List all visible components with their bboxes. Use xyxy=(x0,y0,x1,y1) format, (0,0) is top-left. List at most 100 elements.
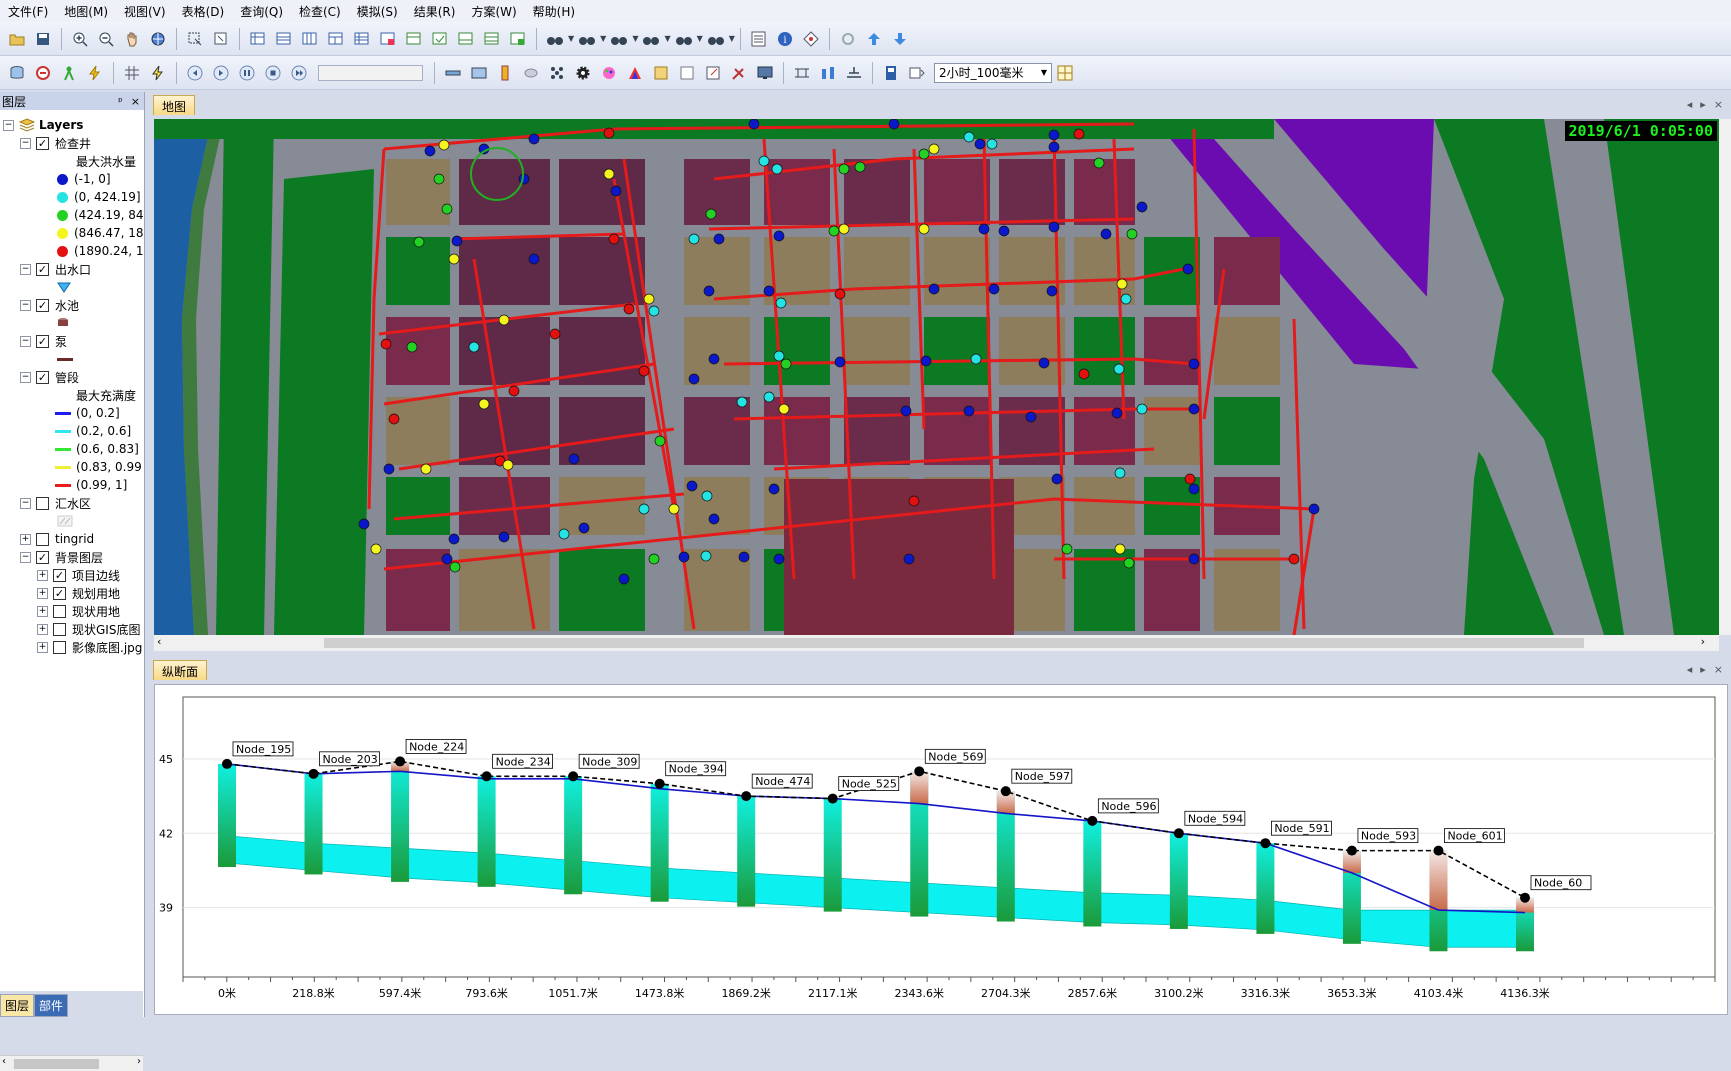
manhole-node[interactable] xyxy=(578,522,590,534)
manhole-node[interactable] xyxy=(498,531,510,543)
close-icon[interactable]: × xyxy=(1714,663,1723,676)
chevron-down-icon[interactable]: ▼ xyxy=(568,34,574,43)
manhole-node[interactable] xyxy=(1025,411,1037,423)
manhole-node[interactable] xyxy=(1114,543,1126,555)
manhole-well[interactable] xyxy=(564,776,583,895)
manhole-node[interactable] xyxy=(448,533,460,545)
chevron-down-icon[interactable]: ▼ xyxy=(729,34,735,43)
layer-panel-scrollbar[interactable]: ‹ › xyxy=(0,1055,143,1071)
manhole-node[interactable] xyxy=(763,391,775,403)
manhole-node[interactable] xyxy=(678,551,690,563)
arrow-up-icon[interactable] xyxy=(863,28,885,50)
table-tool-1-icon[interactable] xyxy=(247,28,269,50)
menu-help[interactable]: 帮助(H) xyxy=(525,3,583,20)
tab-components[interactable]: 部件 xyxy=(34,994,69,1017)
network-check-icon[interactable] xyxy=(32,62,54,84)
node-marker[interactable] xyxy=(1520,892,1530,903)
manhole-node[interactable] xyxy=(406,341,418,353)
tree-row-pump[interactable]: − ✓ 泵 xyxy=(20,332,67,350)
table-tool-3-icon[interactable] xyxy=(299,28,321,50)
manhole-node[interactable] xyxy=(838,163,850,175)
book-icon[interactable] xyxy=(880,62,902,84)
manhole-node[interactable] xyxy=(1136,403,1148,415)
manhole-node[interactable] xyxy=(1048,129,1060,141)
manhole-node[interactable] xyxy=(370,543,382,555)
next-icon[interactable]: ▸ xyxy=(1700,98,1706,111)
ellipse-tool-icon[interactable] xyxy=(520,62,542,84)
menu-query[interactable]: 查询(Q) xyxy=(232,3,291,20)
manhole-node[interactable] xyxy=(478,398,490,410)
pin-icon[interactable]: ᵖ xyxy=(118,95,123,108)
tree-row-bg-3[interactable]: + 现状GIS底图 xyxy=(37,620,140,638)
manhole-node[interactable] xyxy=(618,573,630,585)
manhole-well[interactable] xyxy=(218,763,236,868)
identify-icon[interactable] xyxy=(800,28,822,50)
manhole-node[interactable] xyxy=(780,358,792,370)
fast-forward-icon[interactable] xyxy=(288,62,310,84)
scenario-select[interactable]: 2小时_100毫米 ▼ xyxy=(934,62,1052,83)
tree-row-bg-0[interactable]: + ✓ 项目边线 xyxy=(37,566,120,584)
layer-checkbox-bg-1[interactable]: ✓ xyxy=(53,586,66,600)
layer-checkbox-pool[interactable]: ✓ xyxy=(36,298,49,312)
manhole-node[interactable] xyxy=(528,133,540,145)
manhole-node[interactable] xyxy=(686,480,698,492)
manhole-node[interactable] xyxy=(775,297,787,309)
manhole-node[interactable] xyxy=(1046,285,1058,297)
manhole-node[interactable] xyxy=(1111,407,1123,419)
lightning-icon[interactable] xyxy=(84,62,106,84)
manhole-node[interactable] xyxy=(1188,358,1200,370)
tree-row-pool[interactable]: − ✓ 水池 xyxy=(20,296,79,314)
manhole-node[interactable] xyxy=(1188,553,1200,565)
manhole-node[interactable] xyxy=(1120,293,1132,305)
manhole-node[interactable] xyxy=(854,161,866,173)
manhole-node[interactable] xyxy=(688,373,700,385)
tree-row-outlet[interactable]: − ✓ 出水口 xyxy=(20,260,91,278)
manhole-node[interactable] xyxy=(1308,503,1320,515)
manhole-node[interactable] xyxy=(610,185,622,197)
manhole-node[interactable] xyxy=(438,139,450,151)
manhole-node[interactable] xyxy=(988,283,1000,295)
profile-chart[interactable]: 39 42 45 Node_195 0米 Node_203 218.8米 Node_224 59… xyxy=(154,684,1728,1015)
manhole-node[interactable] xyxy=(703,285,715,297)
rain-icon[interactable] xyxy=(906,62,928,84)
tree-row-catchment[interactable]: − 汇水区 xyxy=(20,494,91,512)
table-tool-7-icon[interactable] xyxy=(403,28,425,50)
layer-checkbox-pump[interactable]: ✓ xyxy=(36,334,49,348)
manhole-node[interactable] xyxy=(713,233,725,245)
layer-checkbox-tingrid[interactable] xyxy=(36,532,49,546)
manhole-node[interactable] xyxy=(1188,403,1200,415)
layer-checkbox-bg-3[interactable] xyxy=(53,622,66,636)
node-marker[interactable] xyxy=(914,766,925,777)
layer-checkbox-background[interactable]: ✓ xyxy=(36,550,49,564)
color-ramp-icon[interactable] xyxy=(624,62,646,84)
manhole-node[interactable] xyxy=(623,303,635,315)
expand-icon[interactable]: + xyxy=(37,623,48,635)
manhole-node[interactable] xyxy=(918,148,930,160)
tree-row-tingrid[interactable]: + tingrid xyxy=(20,530,94,548)
save-icon[interactable] xyxy=(32,28,54,50)
arrow-down-icon[interactable] xyxy=(889,28,911,50)
pause-icon[interactable] xyxy=(236,62,258,84)
manhole-node[interactable] xyxy=(638,365,650,377)
table-tool-11-icon[interactable] xyxy=(507,28,529,50)
expand-icon[interactable]: + xyxy=(20,533,31,545)
scroll-right-icon[interactable]: › xyxy=(137,1056,141,1067)
manhole-node[interactable] xyxy=(1116,278,1128,290)
manhole-node[interactable] xyxy=(986,138,998,150)
chevron-down-icon[interactable]: ▼ xyxy=(664,34,670,43)
marker-tool-icon[interactable] xyxy=(494,62,516,84)
manhole-node[interactable] xyxy=(838,223,850,235)
manhole-node[interactable] xyxy=(518,173,530,185)
manhole-node[interactable] xyxy=(1038,357,1050,369)
open-folder-icon[interactable] xyxy=(6,28,28,50)
menu-map[interactable]: 地图(M) xyxy=(56,3,116,20)
level-icon[interactable] xyxy=(843,62,865,84)
manhole-node[interactable] xyxy=(603,127,615,139)
manhole-node[interactable] xyxy=(928,283,940,295)
manhole-node[interactable] xyxy=(908,495,920,507)
manhole-node[interactable] xyxy=(648,305,660,317)
manhole-node[interactable] xyxy=(1288,553,1300,565)
play-icon[interactable] xyxy=(210,62,232,84)
manhole-well[interactable] xyxy=(650,783,669,902)
collapse-icon[interactable]: − xyxy=(20,551,31,563)
